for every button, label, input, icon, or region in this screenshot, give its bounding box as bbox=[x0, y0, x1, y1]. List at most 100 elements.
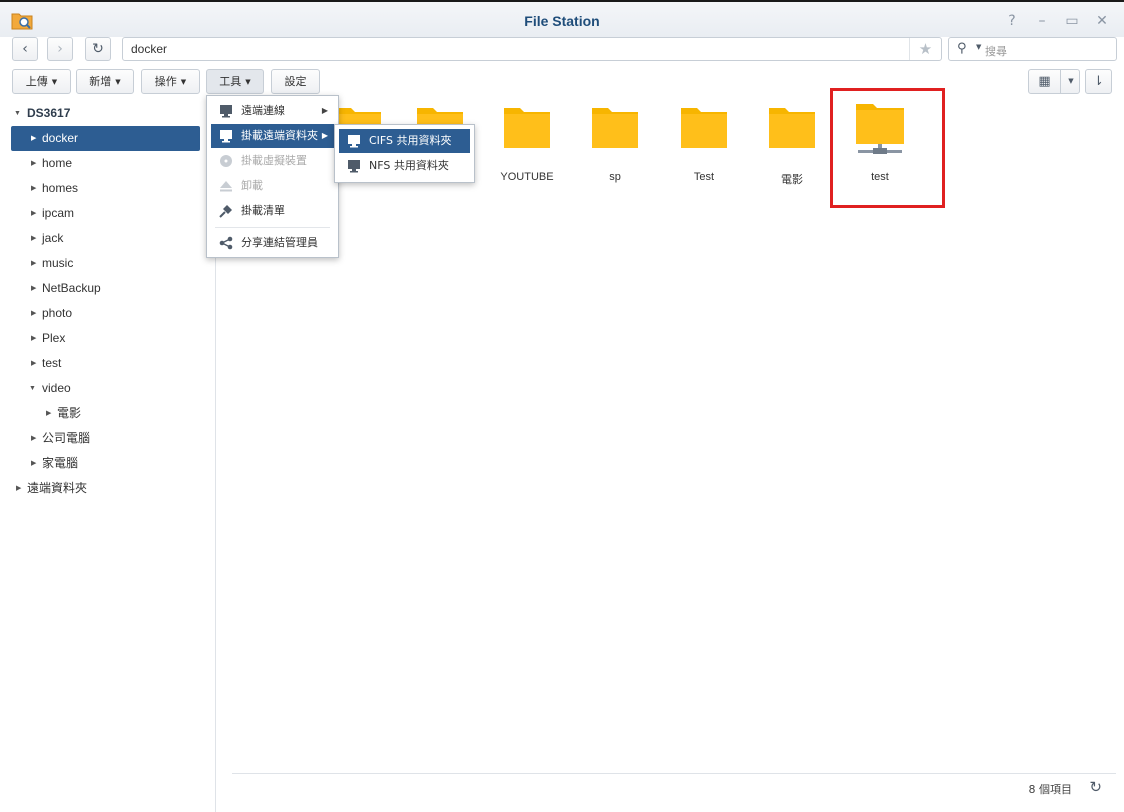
tree-item-label: 家電腦 bbox=[42, 456, 79, 470]
chevron-down-icon[interactable]: ▼ bbox=[1062, 70, 1080, 93]
caret-down-icon[interactable]: ▼ bbox=[29, 376, 36, 401]
forward-button[interactable]: › bbox=[47, 37, 73, 61]
chevron-right-icon: › bbox=[57, 41, 63, 57]
path-bar[interactable]: docker ★ bbox=[122, 37, 942, 61]
tree-item-movies[interactable]: ▶ 電影 bbox=[46, 401, 201, 426]
menu-item-mount-remote-folder[interactable]: 掛載遠端資料夾 ▶ bbox=[211, 124, 334, 148]
menu-item-share-link-manager[interactable]: 分享連結管理員 bbox=[211, 231, 334, 255]
tree-item-label: 公司電腦 bbox=[42, 431, 91, 445]
menu-item-label: NFS 共用資料夾 bbox=[369, 159, 449, 172]
tree-item-label: music bbox=[42, 256, 74, 270]
menu-item-unmount[interactable]: 卸載 bbox=[211, 174, 334, 198]
item-count: 8 個項目 bbox=[1028, 783, 1073, 796]
caret-right-icon: ▶ bbox=[321, 131, 328, 140]
tree-item-plex[interactable]: ▶ Plex bbox=[31, 326, 201, 351]
tools-menu: 遠端連線 ▶ 掛載遠端資料夾 ▶ 掛載虛擬裝置 卸載 掛載清單 分享連結管理員 bbox=[206, 95, 339, 258]
menu-item-remote-connection[interactable]: 遠端連線 ▶ bbox=[211, 99, 334, 123]
tree-item-label: video bbox=[42, 381, 71, 395]
chevron-down-icon: ▼ bbox=[180, 77, 187, 86]
path-text: docker bbox=[131, 42, 168, 56]
sort-button[interactable]: ⇂ bbox=[1085, 69, 1112, 94]
tree-root-label: DS3617 bbox=[27, 106, 71, 120]
star-icon[interactable]: ★ bbox=[909, 38, 941, 60]
caret-right-icon[interactable]: ▶ bbox=[31, 326, 36, 351]
share-icon bbox=[219, 236, 233, 250]
caret-down-icon[interactable]: ▼ bbox=[14, 101, 21, 126]
back-button[interactable]: ‹ bbox=[12, 37, 38, 61]
tree-item-test[interactable]: ▶ test bbox=[31, 351, 201, 376]
folder-sp[interactable]: sp bbox=[575, 102, 655, 202]
tree-item-remote-folders[interactable]: ▶ 遠端資料夾 bbox=[16, 476, 201, 501]
tree-item-jack[interactable]: ▶ jack bbox=[31, 226, 201, 251]
search-input[interactable]: ⚲ ▼ 搜尋 bbox=[948, 37, 1117, 61]
menu-item-cifs-shared-folder[interactable]: CIFS 共用資料夾 bbox=[339, 129, 470, 153]
tree-item-label: home bbox=[42, 156, 73, 170]
refresh-icon: ↻ bbox=[92, 41, 104, 57]
title-bar: File Station ? – ▭ ✕ bbox=[0, 0, 1124, 37]
menu-separator bbox=[215, 227, 330, 228]
search-icon[interactable]: ⚲ bbox=[957, 41, 967, 56]
folder-name: 電影 bbox=[781, 174, 803, 186]
create-button[interactable]: 新增 ▼ bbox=[76, 69, 134, 94]
tree-item-label: jack bbox=[42, 231, 64, 245]
chevron-down-icon: ▼ bbox=[245, 77, 251, 86]
caret-right-icon[interactable]: ▶ bbox=[16, 476, 21, 501]
caret-right-icon[interactable]: ▶ bbox=[46, 401, 51, 426]
highlight-box bbox=[830, 88, 945, 208]
tree-item-ipcam[interactable]: ▶ ipcam bbox=[31, 201, 201, 226]
help-icon[interactable]: ? bbox=[1004, 13, 1020, 29]
tree-item-docker[interactable]: ▶ docker bbox=[11, 126, 200, 151]
refresh-button[interactable]: ↻ bbox=[85, 37, 111, 61]
view-mode-button[interactable]: ▦ ▼ bbox=[1028, 69, 1080, 94]
folder-name: Test bbox=[693, 171, 715, 183]
menu-item-nfs-shared-folder[interactable]: NFS 共用資料夾 bbox=[339, 154, 470, 178]
settings-label: 設定 bbox=[284, 75, 307, 88]
chevron-down-icon: ▼ bbox=[51, 77, 58, 86]
caret-right-icon[interactable]: ▶ bbox=[31, 176, 36, 201]
refresh-icon[interactable]: ↻ bbox=[1089, 778, 1102, 796]
tree-item-home-pc[interactable]: ▶ 家電腦 bbox=[31, 451, 201, 476]
folder-test-upper[interactable]: Test bbox=[664, 102, 744, 202]
settings-button[interactable]: 設定 bbox=[271, 69, 320, 94]
close-icon[interactable]: ✕ bbox=[1094, 13, 1110, 29]
caret-right-icon[interactable]: ▶ bbox=[31, 126, 36, 151]
caret-right-icon[interactable]: ▶ bbox=[31, 276, 36, 301]
action-button[interactable]: 操作 ▼ bbox=[141, 69, 200, 94]
tree-item-label: Plex bbox=[42, 331, 66, 345]
tree-item-music[interactable]: ▶ music bbox=[31, 251, 201, 276]
caret-right-icon[interactable]: ▶ bbox=[31, 251, 36, 276]
menu-item-label: 遠端連線 bbox=[241, 104, 285, 117]
tree-item-office-pc[interactable]: ▶ 公司電腦 bbox=[31, 426, 201, 451]
caret-right-icon[interactable]: ▶ bbox=[31, 226, 36, 251]
caret-right-icon[interactable]: ▶ bbox=[31, 301, 36, 326]
tree-item-label: photo bbox=[42, 306, 73, 320]
menu-item-mount-virtual-drive[interactable]: 掛載虛擬裝置 bbox=[211, 149, 334, 173]
tools-button[interactable]: 工具 ▼ bbox=[206, 69, 264, 94]
caret-right-icon[interactable]: ▶ bbox=[31, 451, 36, 476]
upload-button[interactable]: 上傳 ▼ bbox=[12, 69, 71, 94]
tree-item-netbackup[interactable]: ▶ NetBackup bbox=[31, 276, 201, 301]
menu-item-mount-list[interactable]: 掛載清單 bbox=[211, 199, 334, 223]
tree-item-photo[interactable]: ▶ photo bbox=[31, 301, 201, 326]
folder-youtube[interactable]: YOUTUBE bbox=[487, 102, 567, 202]
tree-item-home[interactable]: ▶ home bbox=[31, 151, 201, 176]
caret-right-icon[interactable]: ▶ bbox=[31, 426, 36, 451]
tree-item-homes[interactable]: ▶ homes bbox=[31, 176, 201, 201]
tree-root[interactable]: ▼ DS3617 bbox=[14, 101, 204, 126]
tree-item-video[interactable]: ▼ video bbox=[29, 376, 199, 401]
sort-icon: ⇂ bbox=[1093, 74, 1104, 89]
mount-submenu: CIFS 共用資料夾 NFS 共用資料夾 bbox=[334, 124, 475, 183]
create-label: 新增 bbox=[89, 75, 112, 88]
maximize-icon[interactable]: ▭ bbox=[1064, 13, 1080, 29]
action-label: 操作 bbox=[154, 75, 177, 88]
caret-right-icon[interactable]: ▶ bbox=[31, 201, 36, 226]
minimize-icon[interactable]: – bbox=[1034, 13, 1050, 29]
caret-right-icon[interactable]: ▶ bbox=[31, 351, 36, 376]
plug-icon bbox=[219, 205, 232, 218]
grid-view-icon[interactable]: ▦ bbox=[1029, 70, 1061, 93]
chevron-down-icon: ▼ bbox=[115, 77, 121, 86]
folder-movies[interactable]: 電影 bbox=[752, 102, 832, 202]
mount-remote-icon bbox=[220, 130, 232, 143]
chevron-down-icon[interactable]: ▼ bbox=[976, 43, 981, 51]
caret-right-icon[interactable]: ▶ bbox=[31, 151, 36, 176]
